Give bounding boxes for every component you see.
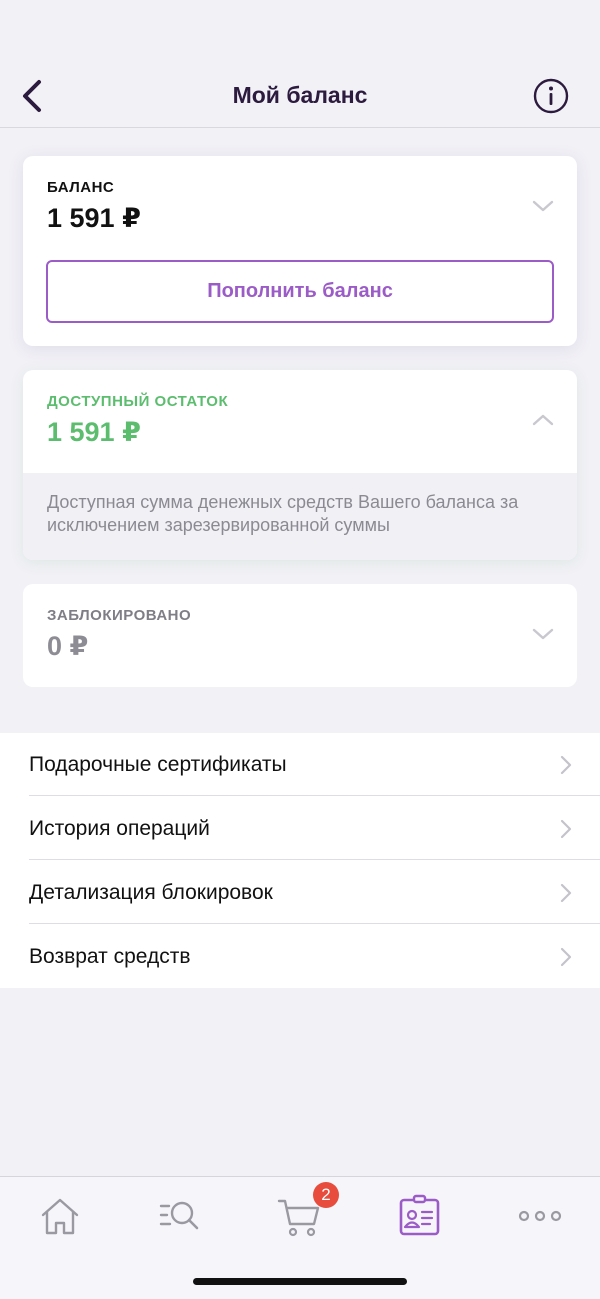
chevron-down-icon[interactable]: [531, 198, 555, 214]
menu-item-label: Возврат средств: [29, 945, 191, 968]
chevron-down-icon[interactable]: [531, 626, 555, 642]
blocked-balance-card[interactable]: ЗАБЛОКИРОВАНО 0 ₽: [23, 584, 577, 687]
cart-badge: 2: [313, 1182, 339, 1208]
menu-item-refund[interactable]: Возврат средств: [29, 925, 600, 988]
blocked-label: ЗАБЛОКИРОВАНО: [47, 607, 192, 624]
chevron-right-icon: [560, 819, 572, 839]
catalog-search-icon: [159, 1201, 199, 1230]
topup-balance-button[interactable]: Пополнить баланс: [46, 260, 554, 323]
tab-home[interactable]: [30, 1193, 90, 1241]
tab-more[interactable]: [510, 1193, 570, 1241]
profile-card-icon: [399, 1194, 440, 1236]
balance-card[interactable]: БАЛАНС 1 591 ₽ Пополнить баланс: [23, 156, 577, 346]
info-circle-icon: [533, 78, 569, 114]
tab-catalog[interactable]: [150, 1193, 210, 1241]
balance-label: БАЛАНС: [47, 179, 115, 196]
navigation-bar: Мой баланс: [0, 64, 600, 128]
chevron-up-icon[interactable]: [531, 412, 555, 428]
balance-amount: 1 591 ₽: [47, 203, 141, 233]
more-icon: [518, 1210, 562, 1222]
available-amount: 1 591 ₽: [47, 417, 141, 447]
balance-menu-list: Подарочные сертификаты История операций …: [0, 733, 600, 988]
available-label: ДОСТУПНЫЙ ОСТАТОК: [47, 393, 229, 410]
menu-item-label: Подарочные сертификаты: [29, 753, 287, 776]
available-description: Доступная сумма денежных средств Вашего …: [23, 473, 577, 560]
home-indicator: [193, 1278, 407, 1285]
available-balance-card[interactable]: ДОСТУПНЫЙ ОСТАТОК 1 591 ₽ Доступная сумм…: [23, 370, 577, 560]
page-title: Мой баланс: [232, 82, 368, 108]
chevron-right-icon: [560, 883, 572, 903]
menu-item-blocking-details[interactable]: Детализация блокировок: [29, 861, 600, 924]
home-icon: [41, 1198, 79, 1235]
status-bar: [0, 0, 600, 64]
chevron-right-icon: [560, 947, 572, 967]
menu-item-label: История операций: [29, 817, 210, 840]
chevron-right-icon: [560, 755, 572, 775]
blocked-amount: 0 ₽: [47, 631, 89, 661]
menu-item-gift-certificates[interactable]: Подарочные сертификаты: [29, 733, 600, 796]
menu-item-label: Детализация блокировок: [29, 881, 273, 904]
menu-item-operations-history[interactable]: История операций: [29, 797, 600, 860]
info-button[interactable]: [532, 77, 570, 115]
tab-profile[interactable]: [390, 1193, 450, 1241]
